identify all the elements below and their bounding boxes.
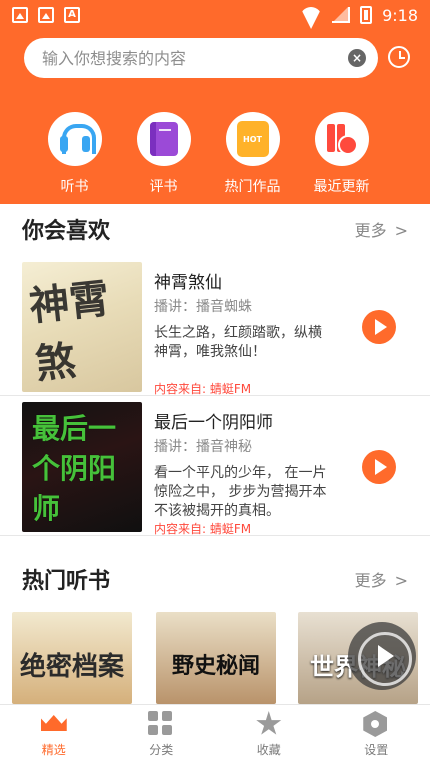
play-button[interactable] [362,450,396,484]
gallery-icon [12,7,28,23]
quick-link-recent-updates[interactable]: 最近更新 [297,112,386,196]
nav-categories[interactable]: 分类 [108,705,216,764]
nav-featured[interactable]: 精选 [0,705,108,764]
book-description: 看一个平凡的少年， 在一片惊险之中， 步步为营揭开本不该被揭开的真相。 [154,465,327,519]
quick-link-tingshu[interactable]: 听书 [30,112,119,196]
app-a-icon: A [64,7,80,23]
quick-link-icon-circle [47,112,102,166]
recommend-title: 你会喜欢 [22,219,111,244]
book-description: 长生之路，红颜踏歌，纵横神霄，唯我煞仙！ [154,325,322,360]
recommend-more-link[interactable]: 更多 > [347,217,408,241]
floating-player-button[interactable] [348,622,416,690]
hot-section-header: 热门听书 更多 > [0,556,430,602]
book-source: 内容来自: 蜻蜓FM [154,382,252,396]
quick-link-icon-circle [314,112,369,166]
chevron-right-icon: > [394,221,408,240]
quick-link-pingshu[interactable]: 评书 [119,112,208,196]
status-right: 9:18 [300,6,418,25]
book-title[interactable]: 最后一个阴阳师 [154,408,273,433]
nav-label: 设置 [364,743,389,757]
cover-title: 神霄煞 [27,276,112,388]
recommend-list: 神霄煞 神霄煞仙 播讲：播音蜘蛛 长生之路，红颜踏歌，纵横神霄，唯我煞仙！ 内容… [0,256,430,536]
quick-links: 听书 评书 HOT 热门作品 最近更新 [0,112,430,196]
status-left: A [12,7,80,23]
header: × 听书 评书 HOT 热门作 [0,30,430,204]
search-bar[interactable]: × [24,38,378,78]
book-item[interactable]: 最后一个阴阳师 最后一个阴阳师 播讲：播音神秘 看一个平凡的少年， 在一片惊险之… [0,396,430,536]
quick-link-hot-works[interactable]: HOT 热门作品 [208,112,297,196]
search-input[interactable] [42,48,348,68]
hot-card-title: 绝密档案 [20,651,125,682]
more-text: 更多 [354,221,387,240]
bottom-navigation: 精选 分类 收藏 设置 [0,704,430,764]
quick-link-icon-circle [136,112,191,166]
chevron-right-icon: > [394,571,408,590]
book-narrator: 播讲：播音蜘蛛 [154,299,252,315]
quick-link-label: 评书 [149,179,178,195]
crown-icon [41,711,67,737]
nav-label: 分类 [149,743,174,757]
book-narrator: 播讲：播音神秘 [154,439,252,455]
recommend-section-header: 你会喜欢 更多 > [0,206,430,252]
hot-card-title: 野史秘闻 [171,654,260,679]
quick-link-label: 最近更新 [313,179,370,195]
grid-icon [148,711,174,737]
star-icon [256,711,282,737]
nav-favorites[interactable]: 收藏 [215,705,323,764]
book-cover[interactable]: 最后一个阴阳师 [22,402,142,532]
clear-icon[interactable]: × [348,49,366,67]
book-cover[interactable]: 神霄煞 [22,262,142,392]
hot-card[interactable]: 绝密档案 [12,612,132,704]
book-title[interactable]: 神霄煞仙 [154,268,222,293]
hot-title: 热门听书 [22,569,111,594]
nav-settings[interactable]: 设置 [323,705,430,764]
nav-label: 精选 [41,743,66,757]
image-icon [38,7,54,23]
quick-link-label: 热门作品 [224,179,281,195]
play-button[interactable] [362,310,396,344]
headphones-icon [58,124,96,154]
app-screen: A 9:18 × 听书 评书 [0,0,430,764]
cover-title: 最后一个阴阳师 [32,412,117,525]
battery-icon [360,6,373,24]
wifi-icon [300,7,322,23]
status-bar: A 9:18 [0,0,430,30]
history-clock-icon[interactable] [388,46,410,68]
more-text: 更多 [354,571,387,590]
book-source: 内容来自: 蜻蜓FM [154,522,252,536]
nav-label: 收藏 [256,743,281,757]
hot-icon-text: HOT [243,134,262,144]
book-item[interactable]: 神霄煞 神霄煞仙 播讲：播音蜘蛛 长生之路，红颜踏歌，纵横神霄，唯我煞仙！ 内容… [0,256,430,396]
recent-update-icon [325,122,359,156]
hot-more-link[interactable]: 更多 > [347,567,408,591]
signal-icon [332,7,351,23]
hot-icon: HOT [236,121,269,157]
hot-card[interactable]: 野史秘闻 [156,612,276,704]
quick-link-icon-circle: HOT [225,112,280,166]
settings-icon [363,711,389,737]
book-icon [149,122,178,156]
status-time: 9:18 [382,5,418,25]
quick-link-label: 听书 [60,179,89,195]
